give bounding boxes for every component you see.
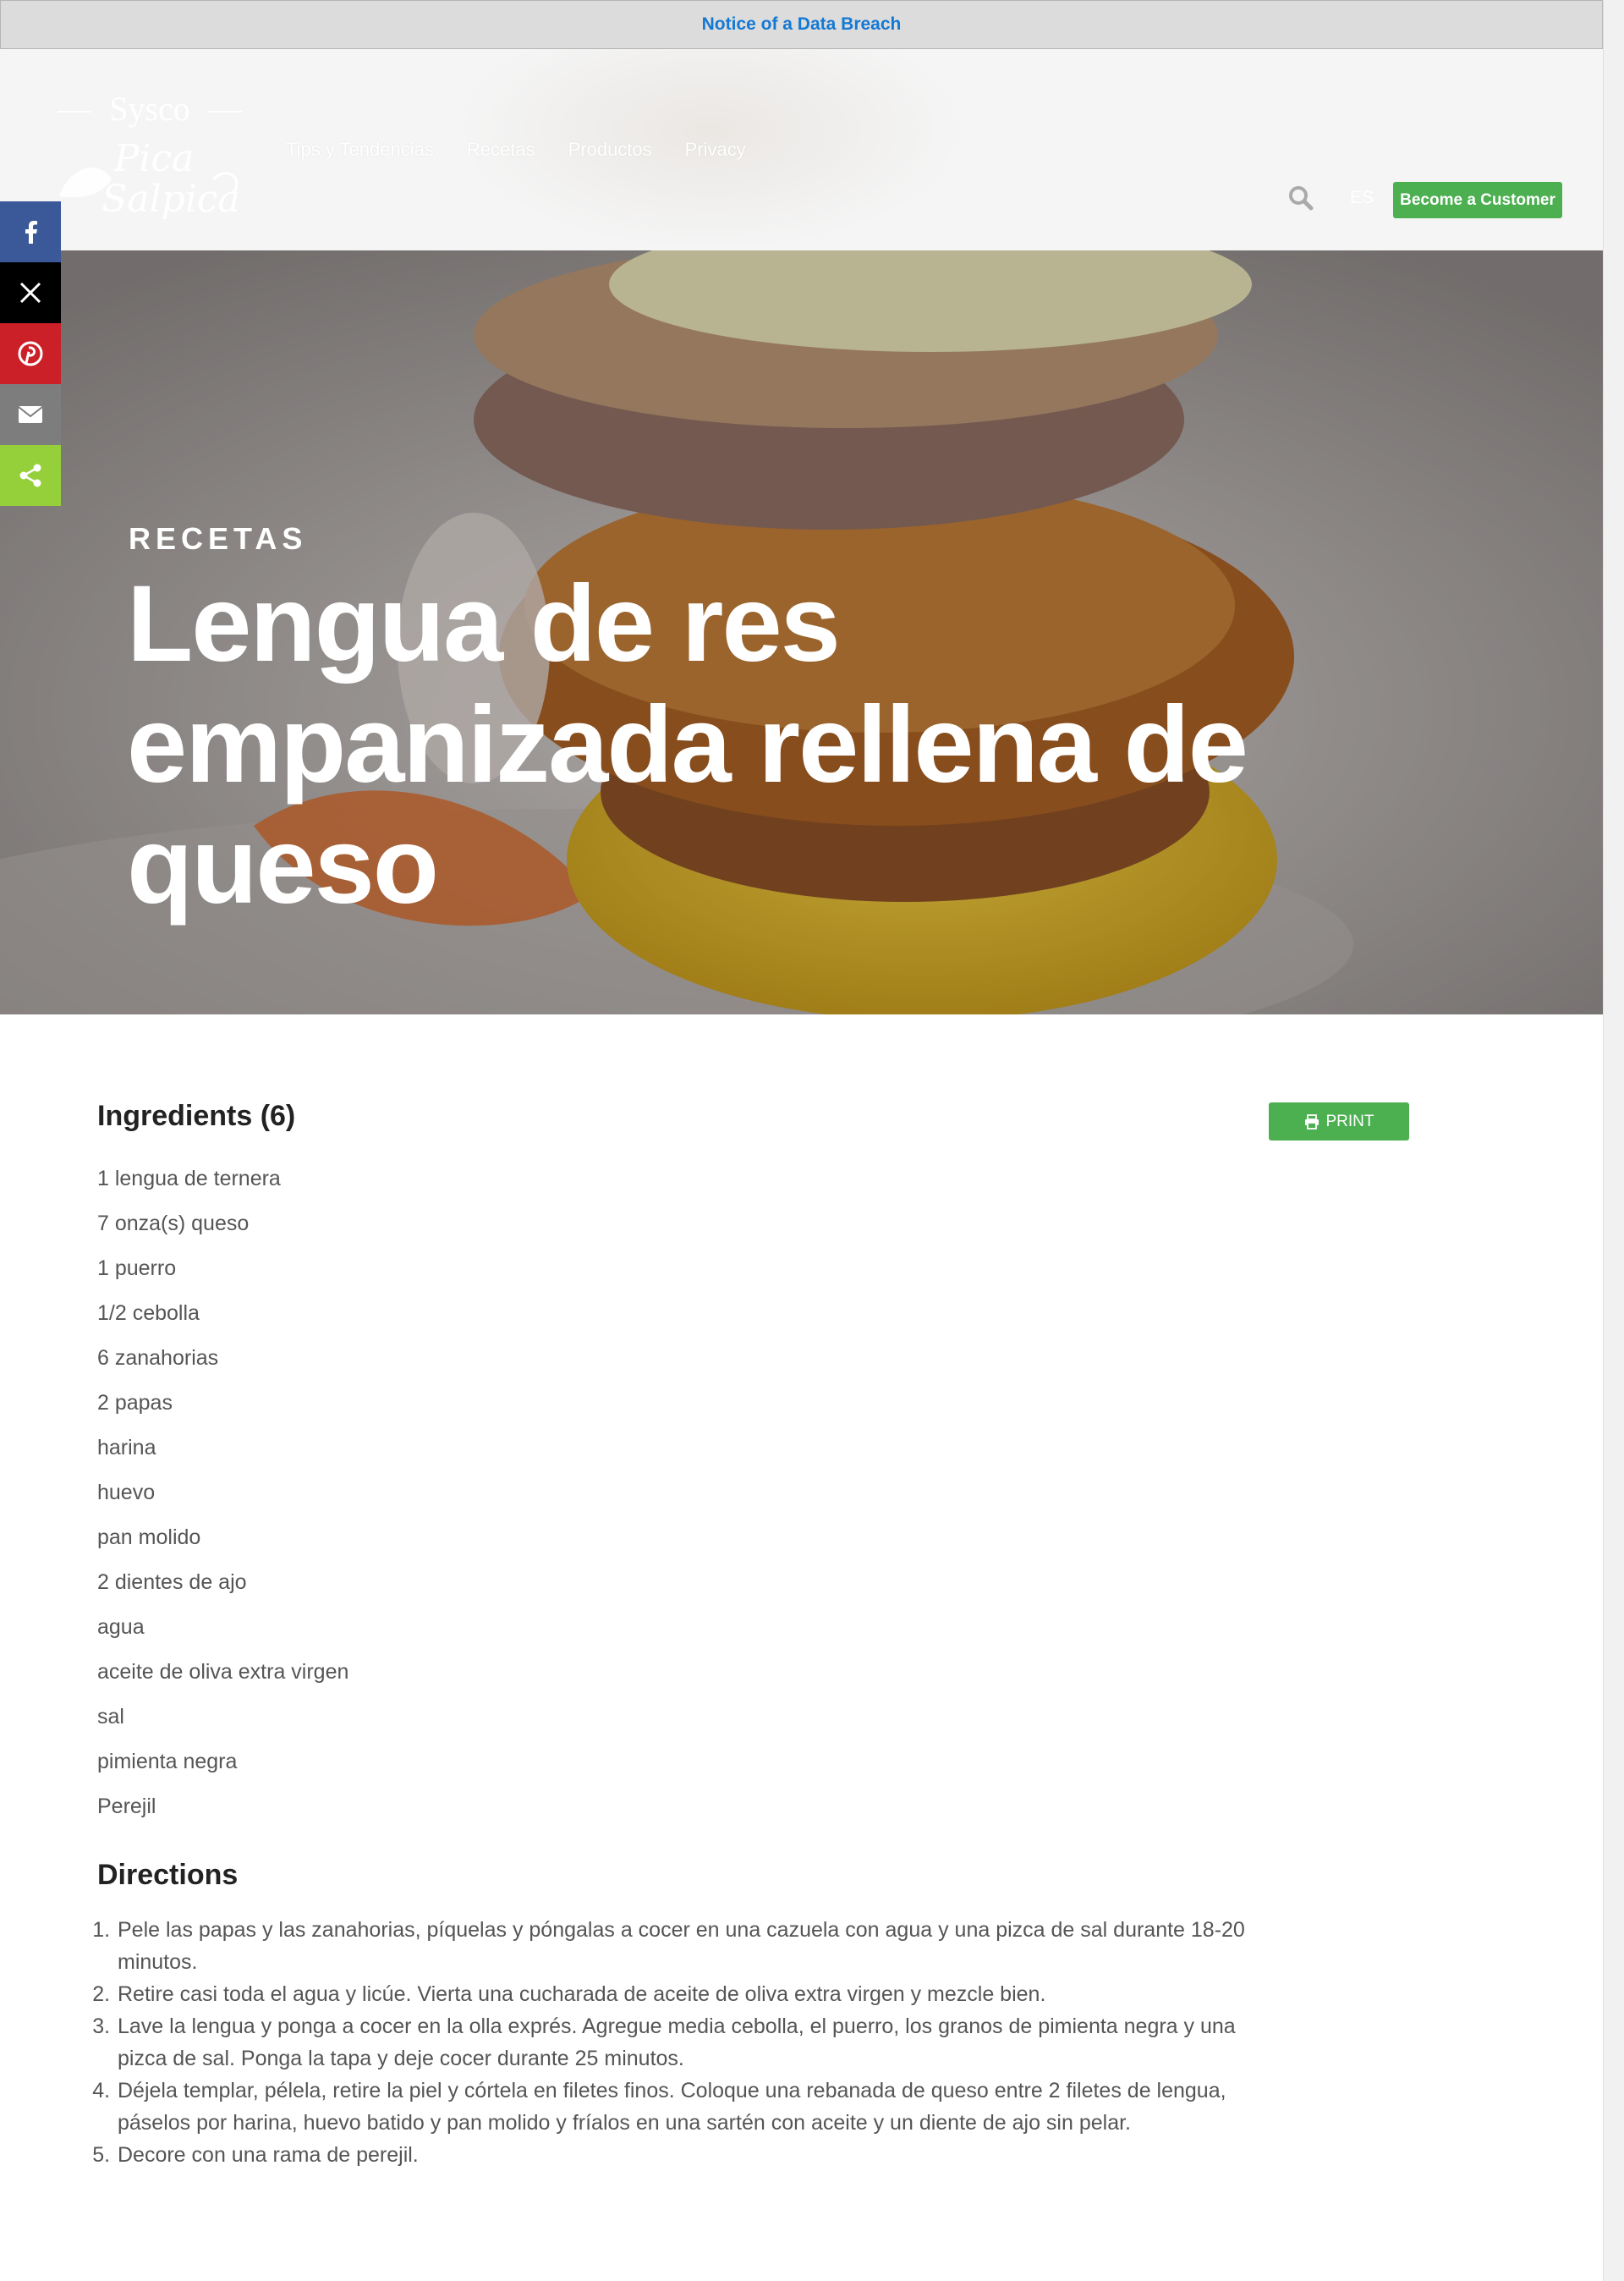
language-switcher[interactable]: ES bbox=[1350, 188, 1374, 208]
notice-bar: Notice of a Data Breach bbox=[0, 0, 1603, 49]
recipe-content: Ingredients (6) 1 lengua de ternera 7 on… bbox=[97, 1100, 1510, 2171]
site-header: Sysco Pica Salpica Tips y Tendencias Rec… bbox=[0, 49, 1603, 250]
facebook-icon bbox=[25, 221, 37, 244]
email-share-button[interactable] bbox=[0, 384, 61, 445]
pinterest-share-button[interactable] bbox=[0, 323, 61, 384]
nav-recetas[interactable]: Recetas bbox=[467, 139, 535, 161]
direction-step: Retire casi toda el agua y licúe. Vierta… bbox=[116, 1978, 1248, 2010]
become-a-customer-button[interactable]: Become a Customer bbox=[1393, 182, 1562, 218]
hero-banner: RECETAS Lengua de res empanizada rellena… bbox=[0, 250, 1603, 1014]
ingredient-item: 6 zanahorias bbox=[97, 1346, 219, 1370]
x-icon bbox=[19, 282, 41, 304]
pinterest-icon bbox=[18, 341, 43, 366]
ingredient-item: Perejil bbox=[97, 1795, 156, 1818]
nav-productos[interactable]: Productos bbox=[568, 139, 652, 161]
direction-step: Lave la lengua y ponga a cocer en la oll… bbox=[116, 2010, 1248, 2075]
directions-list: Pele las papas y las zanahorias, píquela… bbox=[97, 1914, 1248, 2171]
ingredient-item: 1 lengua de ternera bbox=[97, 1167, 281, 1190]
x-share-button[interactable] bbox=[0, 262, 61, 323]
svg-text:Salpica: Salpica bbox=[102, 178, 240, 221]
direction-step: Pele las papas y las zanahorias, píquela… bbox=[116, 1914, 1248, 1978]
ingredient-item: agua bbox=[97, 1615, 145, 1639]
logo-brand-text: Sysco bbox=[109, 90, 190, 128]
ingredient-item: 1 puerro bbox=[97, 1256, 177, 1280]
directions-heading: Directions bbox=[97, 1859, 239, 1891]
page-scrollbar[interactable] bbox=[1603, 0, 1624, 2281]
page-title: Lengua de res empanizada rellena de ques… bbox=[127, 563, 1248, 926]
print-label: PRINT bbox=[1325, 1112, 1374, 1130]
ingredient-item: 7 onza(s) queso bbox=[97, 1212, 250, 1235]
more-share-button[interactable] bbox=[0, 445, 61, 506]
ingredient-item: huevo bbox=[97, 1481, 156, 1504]
ingredient-item: pimienta negra bbox=[97, 1750, 238, 1773]
ingredient-item: sal bbox=[97, 1705, 124, 1729]
email-icon bbox=[18, 406, 43, 423]
ingredient-item: 2 dientes de ajo bbox=[97, 1570, 247, 1594]
share-icon bbox=[19, 464, 41, 487]
data-breach-notice-link[interactable]: Notice of a Data Breach bbox=[702, 14, 902, 35]
ingredient-item: harina bbox=[97, 1436, 156, 1459]
ingredients-list: 1 lengua de ternera 7 onza(s) queso 1 pu… bbox=[97, 1157, 1510, 1829]
svg-text:Pica: Pica bbox=[113, 137, 195, 180]
direction-step: Decore con una rama de perejil. bbox=[116, 2139, 1248, 2171]
nav-tips-y-tendencias[interactable]: Tips y Tendencias bbox=[286, 139, 434, 161]
social-share-bar bbox=[0, 201, 61, 506]
main-nav: Tips y Tendencias Recetas Productos Priv… bbox=[286, 139, 746, 161]
sysco-pica-y-salpica-logo[interactable]: Sysco Pica Salpica bbox=[52, 86, 247, 222]
ingredient-item: 1/2 cebolla bbox=[97, 1301, 200, 1325]
printer-icon bbox=[1304, 1113, 1319, 1130]
ingredient-item: aceite de oliva extra virgen bbox=[97, 1660, 349, 1684]
logo-mark: Sysco Pica Salpica bbox=[58, 90, 242, 221]
ingredient-item: 2 papas bbox=[97, 1391, 173, 1415]
direction-step: Déjela templar, pélela, retire la piel y… bbox=[116, 2075, 1248, 2139]
facebook-share-button[interactable] bbox=[0, 201, 61, 262]
ingredient-item: pan molido bbox=[97, 1525, 201, 1549]
nav-privacy[interactable]: Privacy bbox=[685, 139, 746, 161]
search-icon[interactable] bbox=[1287, 184, 1314, 212]
hero-category[interactable]: RECETAS bbox=[129, 521, 307, 557]
print-button[interactable]: PRINT bbox=[1269, 1102, 1409, 1140]
